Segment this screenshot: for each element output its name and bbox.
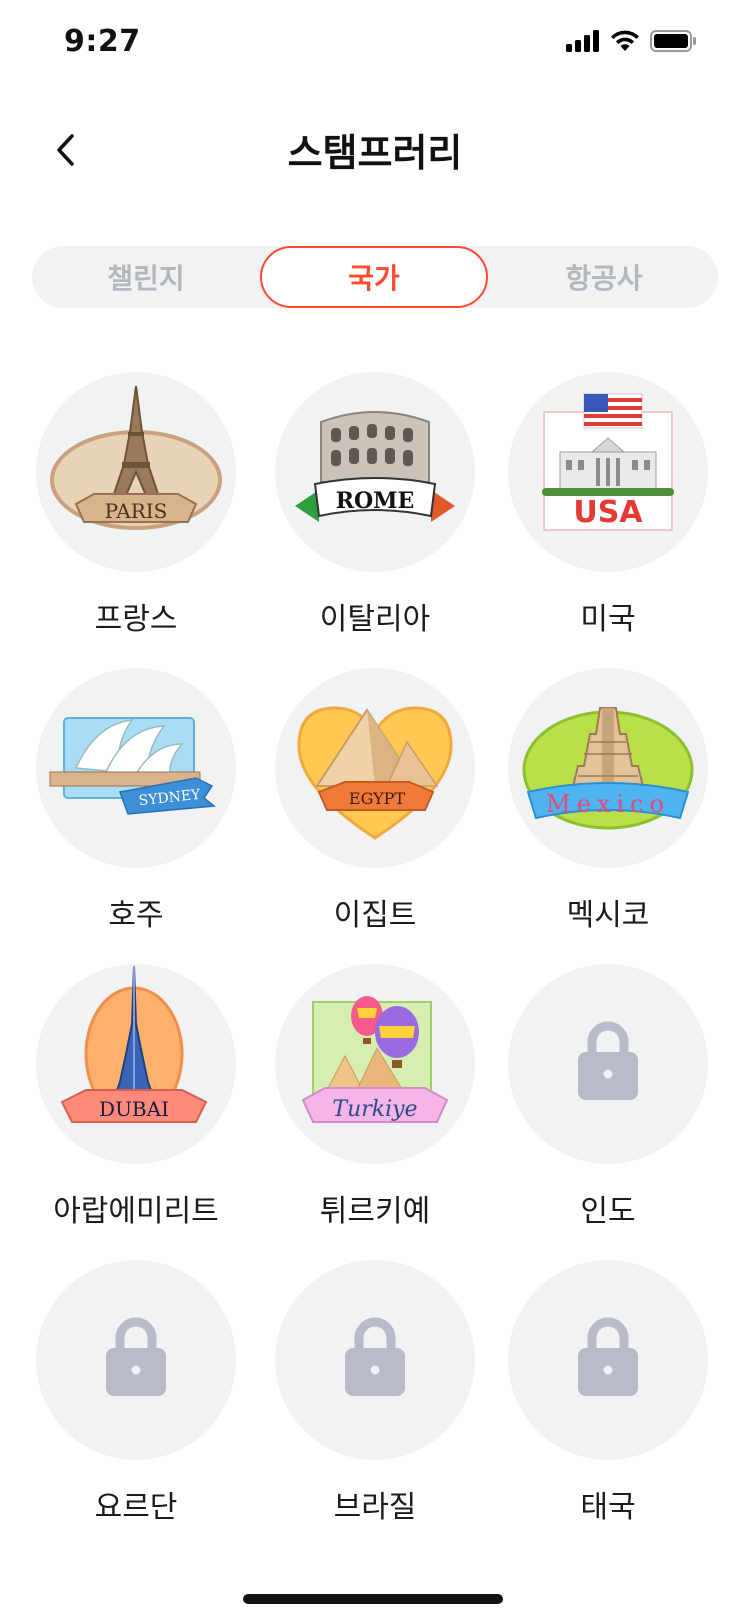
stamp-label: DUBAI	[99, 1097, 169, 1121]
stamp-label: Turkiye	[332, 1097, 417, 1122]
stamp-badge: PARIS	[36, 372, 236, 572]
stamp-turkiye[interactable]: Turkiye 튀르키예	[259, 964, 491, 1230]
tab-challenge[interactable]: 챌린지	[32, 246, 260, 308]
burj-khalifa-stamp: DUBAI	[60, 965, 208, 1123]
stamp-badge: Turkiye	[275, 964, 475, 1164]
signal-icon	[566, 30, 599, 52]
lock-icon	[106, 1317, 166, 1396]
status-icons	[566, 30, 696, 52]
country-name: 태국	[580, 1490, 636, 1525]
category-tabs: 챌린지 국가 항공사	[32, 246, 718, 308]
country-name: 프랑스	[94, 602, 178, 637]
status-bar: 9:27	[0, 0, 750, 90]
stamp-brazil-locked[interactable]: 브라질	[259, 1260, 491, 1526]
stamp-label: ROME	[336, 488, 415, 514]
battery-icon	[650, 30, 696, 52]
stamp-badge	[36, 1260, 236, 1460]
stamp-mexico[interactable]: Mexico 멕시코	[492, 668, 724, 934]
stamp-badge: DUBAI	[36, 964, 236, 1164]
tab-country[interactable]: 국가	[260, 246, 488, 308]
header: 스탬프러리	[0, 100, 750, 200]
stamp-label: EGYPT	[349, 789, 406, 808]
page-title: 스탬프러리	[287, 131, 463, 175]
country-name: 멕시코	[566, 898, 650, 933]
home-indicator	[243, 1594, 503, 1604]
stamp-uae[interactable]: DUBAI 아랍에미리트	[20, 964, 252, 1230]
stamp-india-locked[interactable]: 인도	[492, 964, 724, 1230]
pyramid-stamp: EGYPT	[297, 706, 453, 840]
stamp-badge: SYDNEY	[36, 668, 236, 868]
country-name: 요르단	[94, 1490, 178, 1525]
eiffel-tower-stamp: PARIS	[50, 385, 222, 530]
stamp-badge	[508, 1260, 708, 1460]
stamp-label: PARIS	[105, 499, 168, 523]
stamp-label: USA	[573, 495, 643, 530]
tab-airline[interactable]: 항공사	[490, 246, 718, 308]
country-name: 인도	[580, 1194, 636, 1229]
status-time: 9:27	[64, 24, 141, 59]
stamp-thailand-locked[interactable]: 태국	[492, 1260, 724, 1526]
opera-house-stamp: SYDNEY	[49, 717, 216, 815]
lock-icon	[345, 1317, 405, 1396]
stamp-france[interactable]: PARIS 프랑스	[20, 372, 252, 638]
stamp-usa[interactable]: USA 미국	[492, 372, 724, 638]
stamp-jordan-locked[interactable]: 요르단	[20, 1260, 252, 1526]
stamp-australia[interactable]: SYDNEY 호주	[20, 668, 252, 934]
colosseum-stamp: ROME	[295, 411, 455, 522]
stamp-badge: USA	[508, 372, 708, 572]
country-name: 튀르키예	[319, 1194, 431, 1229]
white-house-stamp: USA	[542, 393, 674, 531]
stamp-badge: ROME	[275, 372, 475, 572]
country-name: 이집트	[333, 898, 417, 933]
country-name: 브라질	[333, 1490, 417, 1525]
stamp-badge	[275, 1260, 475, 1460]
stamp-badge	[508, 964, 708, 1164]
stamp-egypt[interactable]: EGYPT 이집트	[259, 668, 491, 934]
country-name: 아랍에미리트	[53, 1194, 219, 1229]
lock-icon	[578, 1317, 638, 1396]
country-name: 이탈리아	[319, 602, 431, 637]
stamp-label: Mexico	[546, 790, 670, 818]
lock-icon	[578, 1021, 638, 1100]
stamp-badge: EGYPT	[275, 668, 475, 868]
wifi-icon	[611, 30, 639, 51]
pyramid-temple-stamp: Mexico	[522, 707, 694, 830]
stamp-italy[interactable]: ROME 이탈리아	[259, 372, 491, 638]
stamp-badge: Mexico	[508, 668, 708, 868]
country-name: 호주	[108, 898, 164, 933]
country-name: 미국	[580, 602, 636, 637]
hot-air-balloon-stamp: Turkiye	[301, 996, 449, 1123]
